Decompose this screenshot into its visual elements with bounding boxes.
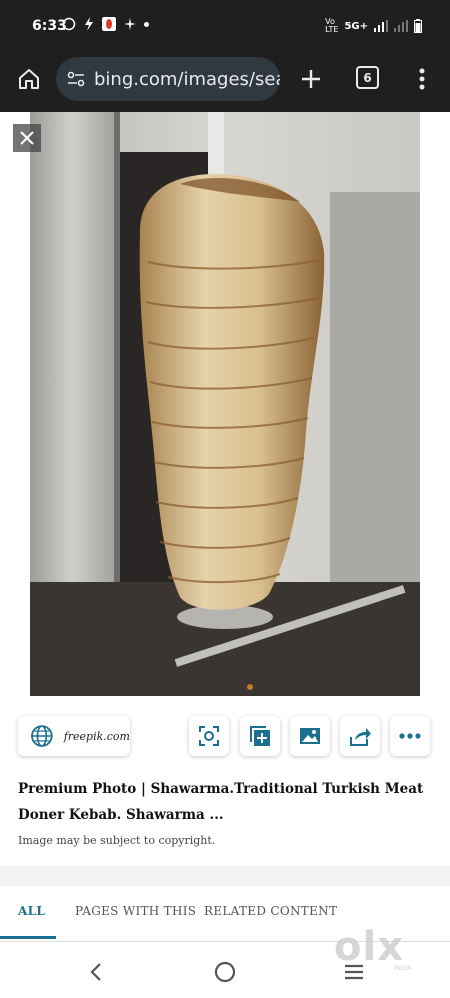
- system-icons: Vo LTE 5G+: [325, 18, 422, 34]
- more-options-button[interactable]: [390, 716, 430, 756]
- add-collection-icon: [250, 726, 270, 746]
- volte-icon: Vo LTE: [325, 17, 339, 34]
- copyright-note: Image may be subject to copyright.: [18, 834, 216, 847]
- signal-icon-2: [394, 20, 408, 32]
- home-button[interactable]: [14, 64, 44, 94]
- active-tab-indicator: [0, 936, 56, 939]
- browser-menu-button[interactable]: [410, 64, 434, 94]
- new-tab-button[interactable]: [296, 64, 326, 94]
- open-image-button[interactable]: [290, 716, 330, 756]
- globe-icon: [31, 725, 53, 747]
- source-label: freepik.com: [63, 729, 130, 743]
- olx-watermark: olx: [334, 924, 404, 970]
- plus-icon: [302, 70, 320, 88]
- dot-icon: [144, 21, 149, 27]
- section-divider: [0, 866, 450, 886]
- tab-switcher-button[interactable]: 6: [356, 66, 379, 89]
- share-icon: [350, 728, 371, 746]
- back-icon: [90, 963, 101, 981]
- shawarma-photo[interactable]: [30, 112, 420, 696]
- visual-search-button[interactable]: [189, 716, 229, 756]
- home-nav-button[interactable]: [211, 958, 239, 986]
- status-bar: 6:33 Vo LTE 5G+: [0, 0, 450, 52]
- whatsapp-icon: [62, 17, 76, 31]
- home-icon: [19, 69, 39, 89]
- tab-all[interactable]: ALL: [18, 904, 45, 918]
- image-action-row: freepik.com: [0, 712, 450, 760]
- signal-icon: [374, 20, 388, 32]
- pinwheel-icon: [124, 18, 136, 30]
- image-title[interactable]: Premium Photo | Shawarma.Traditional Tur…: [18, 776, 438, 828]
- image-icon: [300, 728, 320, 744]
- browser-toolbar: bing.com/images/sear 6: [0, 52, 450, 112]
- more-horizontal-icon: [399, 733, 421, 739]
- address-bar[interactable]: bing.com/images/sear: [56, 57, 280, 101]
- notification-icons: [62, 17, 149, 31]
- visual-search-icon: [199, 726, 219, 746]
- bolt-icon: [85, 17, 93, 31]
- olx-watermark-sub: INDIA: [394, 965, 411, 972]
- add-to-collection-button[interactable]: [240, 716, 280, 756]
- share-button[interactable]: [340, 716, 380, 756]
- source-link[interactable]: freepik.com: [18, 716, 130, 756]
- tab-related-content[interactable]: RELATED CONTENT: [204, 904, 337, 918]
- network-label: 5G+: [344, 20, 368, 32]
- app-icon: [102, 17, 116, 31]
- more-vertical-icon: [419, 68, 425, 90]
- close-button[interactable]: [13, 124, 41, 152]
- site-settings-icon[interactable]: [66, 68, 86, 90]
- battery-icon: [414, 19, 422, 33]
- image-viewer: [0, 112, 450, 702]
- close-icon: [20, 131, 34, 145]
- home-circle-icon: [214, 961, 236, 983]
- url-text: bing.com/images/sear: [94, 68, 280, 90]
- tab-pages-with-this[interactable]: PAGES WITH THIS: [75, 904, 196, 918]
- back-button[interactable]: [82, 958, 110, 986]
